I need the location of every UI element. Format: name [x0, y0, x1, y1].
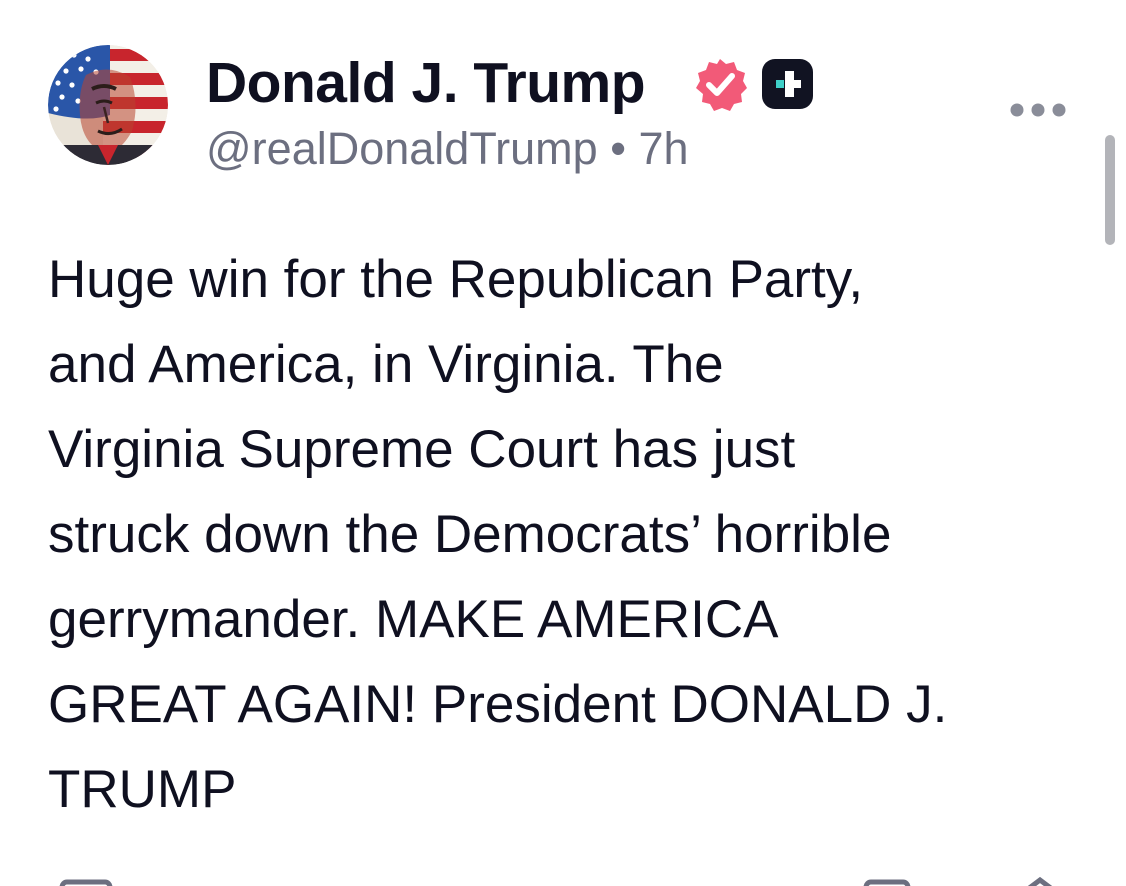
bookmark-icon[interactable]	[862, 872, 912, 886]
post-text: Huge win for the Republican Party, and A…	[48, 250, 948, 819]
plus-badge-icon	[762, 59, 813, 109]
post-view: Donald J. Trump @realDonaldTrump • 7h Hu…	[0, 0, 1126, 886]
share-icon[interactable]	[1018, 872, 1062, 886]
display-name[interactable]: Donald J. Trump	[206, 50, 646, 116]
verified-badge-icon	[693, 57, 747, 111]
handle-line: @realDonaldTrump • 7h	[206, 122, 689, 176]
scrollbar-thumb[interactable]	[1105, 135, 1115, 245]
separator-dot: •	[610, 123, 626, 174]
more-options-icon[interactable]	[1008, 99, 1068, 121]
avatar[interactable]	[48, 45, 168, 165]
reply-icon[interactable]	[58, 872, 114, 886]
post-time[interactable]: 7h	[638, 123, 688, 174]
avatar-image	[48, 45, 168, 165]
user-handle[interactable]: @realDonaldTrump	[206, 123, 598, 174]
